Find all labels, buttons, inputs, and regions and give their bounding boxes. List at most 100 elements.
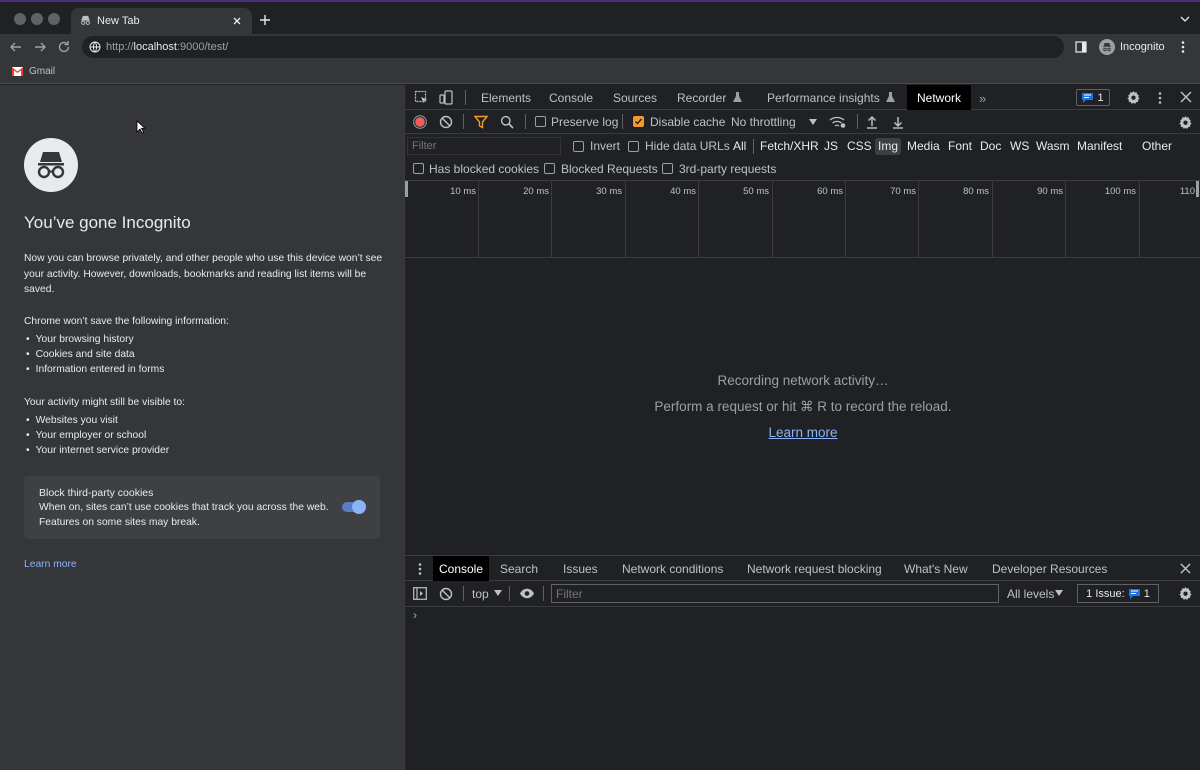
invert-checkbox[interactable]: [573, 141, 584, 152]
more-tabs-icon[interactable]: »: [979, 91, 986, 106]
filter-type-wasm[interactable]: Wasm: [1033, 138, 1073, 155]
bookmarks-bar: Gmail: [0, 60, 1200, 84]
incognito-profile-button[interactable]: Incognito: [1097, 37, 1173, 57]
divider: [463, 114, 464, 129]
issues-badge[interactable]: 1: [1076, 89, 1110, 106]
hide-data-urls-checkbox[interactable]: [628, 141, 639, 152]
import-har-icon[interactable]: [866, 115, 878, 129]
devtools-panel: Elements Console Sources Recorder Perfor…: [404, 85, 1200, 770]
dropdown-triangle-icon[interactable]: [1055, 590, 1063, 596]
page-heading: You’ve gone Incognito: [24, 213, 191, 232]
network-overview-timeline[interactable]: 10 ms 20 ms 30 ms 40 ms 50 ms 60 ms 70 m…: [405, 181, 1200, 258]
filter-type-img[interactable]: Img: [875, 138, 902, 155]
tick-label: 40 ms: [670, 186, 696, 197]
tab-performance-insights[interactable]: Performance insights: [767, 91, 896, 105]
side-panel-icon[interactable]: [1075, 41, 1087, 53]
filter-type-all[interactable]: All: [730, 138, 749, 155]
timeline-handle[interactable]: [1196, 181, 1199, 197]
more-vert-icon[interactable]: [1180, 40, 1186, 54]
timeline-handle[interactable]: [405, 181, 408, 197]
drawer-tab-request-blocking[interactable]: Network request blocking: [747, 562, 882, 576]
window-close-button[interactable]: [14, 13, 26, 25]
filter-type-css[interactable]: CSS: [844, 138, 875, 155]
tab-close-icon[interactable]: [230, 14, 244, 28]
learn-more-link[interactable]: Learn more: [24, 559, 77, 570]
inspect-element-icon[interactable]: [414, 90, 429, 105]
blocked-requests-checkbox[interactable]: [544, 163, 555, 174]
context-select[interactable]: top: [472, 587, 489, 601]
console-settings-gear-icon[interactable]: [1178, 586, 1193, 601]
tab-recorder[interactable]: Recorder: [677, 91, 742, 105]
clear-icon[interactable]: [439, 115, 453, 129]
throttling-select[interactable]: No throttling: [731, 115, 796, 129]
window-maximize-button[interactable]: [48, 13, 60, 25]
clear-console-icon[interactable]: [439, 587, 453, 601]
third-party-checkbox[interactable]: [662, 163, 673, 174]
new-tab-icon[interactable]: [258, 13, 272, 27]
record-icon[interactable]: [413, 115, 427, 129]
filter-type-other[interactable]: Other: [1139, 138, 1175, 155]
tick-label: 20 ms: [523, 186, 549, 197]
export-har-icon[interactable]: [892, 115, 904, 129]
console-filter-input[interactable]: [551, 584, 999, 603]
drawer-tab-console[interactable]: Console: [433, 556, 489, 581]
drawer-menu-icon[interactable]: [417, 562, 423, 576]
incognito-avatar-icon: [1099, 39, 1115, 55]
console-prompt[interactable]: ›: [413, 608, 417, 622]
settings-gear-icon[interactable]: [1126, 90, 1141, 105]
address-bar[interactable]: http://localhost:9000/test/: [82, 36, 1064, 58]
drawer-tab-issues[interactable]: Issues: [563, 562, 598, 576]
filter-type-fetch-xhr[interactable]: Fetch/XHR: [757, 138, 822, 155]
tab-network[interactable]: Network: [907, 85, 971, 110]
tick-label: 70 ms: [890, 186, 916, 197]
filter-funnel-icon[interactable]: [474, 115, 488, 129]
tick-line: [845, 181, 846, 257]
cookie-toggle-knob[interactable]: [352, 500, 366, 514]
filter-type-js[interactable]: JS: [821, 138, 841, 155]
incognito-tab-icon: [80, 15, 91, 26]
close-devtools-icon[interactable]: [1179, 90, 1193, 104]
device-toolbar-icon[interactable]: [439, 90, 454, 105]
network-conditions-icon[interactable]: [829, 115, 847, 129]
filter-type-manifest[interactable]: Manifest: [1074, 138, 1125, 155]
drawer-tab-whats-new[interactable]: What's New: [904, 562, 968, 576]
drawer-tab-search[interactable]: Search: [500, 562, 538, 576]
forward-arrow-icon[interactable]: [33, 40, 47, 54]
close-drawer-icon[interactable]: [1179, 562, 1192, 575]
bookmark-gmail[interactable]: Gmail: [12, 66, 55, 77]
tick-line: [698, 181, 699, 257]
more-vert-icon[interactable]: [1157, 91, 1163, 105]
back-arrow-icon[interactable]: [9, 40, 23, 54]
tab-elements[interactable]: Elements: [481, 91, 531, 105]
profile-label: Incognito: [1120, 41, 1165, 53]
recording-message: Recording network activity…: [717, 373, 889, 388]
window-minimize-button[interactable]: [31, 13, 43, 25]
drawer-tab-developer-resources[interactable]: Developer Resources: [992, 562, 1107, 576]
filter-type-font[interactable]: Font: [945, 138, 975, 155]
message-icon: [1082, 92, 1094, 103]
filter-type-doc[interactable]: Doc: [977, 138, 1004, 155]
blocked-cookies-checkbox[interactable]: [413, 163, 424, 174]
preserve-log-checkbox[interactable]: [535, 116, 546, 127]
tab-sources[interactable]: Sources: [613, 91, 657, 105]
list-item: Cookies and site data: [24, 347, 164, 362]
chevron-down-icon[interactable]: [1180, 15, 1190, 23]
network-settings-gear-icon[interactable]: [1178, 115, 1193, 130]
browser-tab[interactable]: New Tab: [71, 8, 252, 36]
eye-icon[interactable]: [519, 588, 535, 599]
drawer-tabbar: Console Search Issues Network conditions…: [405, 555, 1200, 581]
filter-type-media[interactable]: Media: [904, 138, 943, 155]
drawer-tab-network-conditions[interactable]: Network conditions: [622, 562, 723, 576]
network-learn-more-link[interactable]: Learn more: [405, 425, 1200, 440]
search-icon[interactable]: [500, 115, 514, 129]
reload-icon[interactable]: [57, 40, 71, 54]
network-filter-input[interactable]: [407, 137, 561, 155]
dropdown-triangle-icon[interactable]: [494, 590, 502, 596]
sidebar-toggle-icon[interactable]: [413, 587, 427, 600]
tab-console[interactable]: Console: [549, 91, 593, 105]
dropdown-triangle-icon[interactable]: [809, 119, 817, 125]
filter-type-ws[interactable]: WS: [1007, 138, 1032, 155]
disable-cache-checkbox[interactable]: [633, 116, 644, 127]
log-levels-select[interactable]: All levels: [1007, 587, 1054, 601]
console-issues-button[interactable]: 1 Issue: 1: [1077, 584, 1159, 603]
